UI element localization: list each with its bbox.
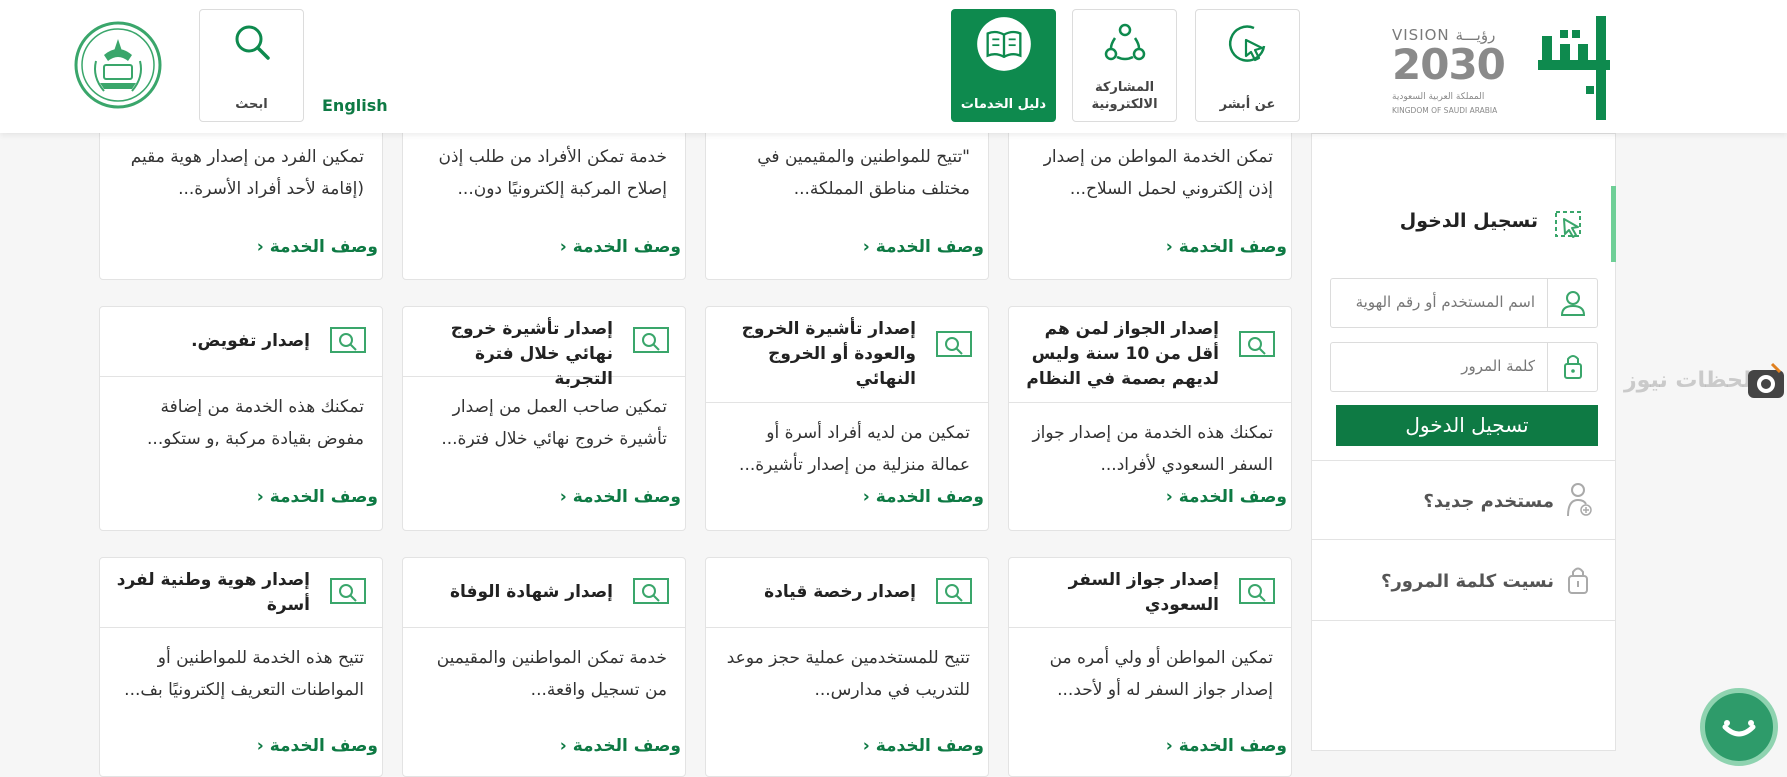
login-cursor-icon: [1555, 211, 1581, 238]
service-search-icon: [330, 578, 366, 604]
service-details-link[interactable]: وصف الخدمة ‹: [863, 736, 984, 756]
chat-support-button[interactable]: [1700, 688, 1778, 766]
lock-key-icon: [1568, 567, 1588, 594]
service-title: إصدار رخصة قيادة: [764, 582, 916, 602]
user-icon: [1560, 291, 1586, 316]
service-description: خدمة تمكن الأفراد من طلب إذن إصلاح المرك…: [438, 147, 667, 199]
e-participation-label: المشاركة الالكترونية: [1091, 80, 1158, 112]
service-search-icon: [1239, 578, 1275, 604]
lock-icon-box: [1547, 343, 1597, 391]
ministry-seal-logo[interactable]: [74, 21, 162, 109]
service-search-icon: [633, 327, 669, 353]
search-label: ابحث: [235, 97, 268, 112]
divider: [1311, 539, 1616, 540]
service-card[interactable]: إصدار شهادة الوفاة خدمة تمكن المواطنين و…: [402, 557, 686, 777]
service-details-link[interactable]: وصف الخدمة ‹: [863, 487, 984, 507]
user-icon-box: [1547, 279, 1597, 327]
service-details-link[interactable]: وصف الخدمة ‹: [1166, 487, 1287, 507]
service-search-icon: [1239, 331, 1275, 357]
top-header: ابحث English دليل الخدمات المشاركة الالك…: [0, 0, 1787, 133]
service-description: تمكنك هذه الخدمة من إضافة مفوض بقيادة مر…: [147, 397, 364, 449]
service-details-link[interactable]: وصف الخدمة ‹: [257, 237, 378, 257]
service-title: إصدار جواز السفر السعودي: [1068, 570, 1219, 615]
vision-2030-logo: VISION رؤيـــة 2030 المملكة العربية السع…: [1392, 26, 1506, 115]
service-details-link[interactable]: وصف الخدمة ‹: [1166, 237, 1287, 257]
service-card[interactable]: خدمة تمكن الأفراد من طلب إذن إصلاح المرك…: [402, 110, 686, 280]
divider: [1311, 620, 1616, 621]
service-details-link[interactable]: وصف الخدمة ‹: [257, 736, 378, 756]
service-search-icon: [330, 327, 366, 353]
service-title: إصدار تأشيرة خروج نهائي خلال فترة التجرب…: [450, 319, 613, 389]
book-icon: [976, 17, 1031, 71]
service-search-icon: [633, 578, 669, 604]
service-title: إصدار تفويض.: [191, 331, 310, 351]
service-title: إصدار شهادة الوفاة: [449, 582, 613, 602]
lock-icon: [1564, 355, 1582, 379]
service-card[interactable]: إصدار جواز السفر السعودي تمكين المواطن أ…: [1008, 557, 1292, 777]
camera-logo-icon: [1748, 362, 1784, 398]
watermark: لحظات نيوز: [1624, 362, 1784, 402]
service-card[interactable]: تمكين الفرد من إصدار هوية مقيم (إقامة لأ…: [99, 110, 383, 280]
service-title: إصدار تأشيرة الخروج والعودة أو الخروج ال…: [741, 319, 916, 389]
service-description: تمكين من لديه أفراد أسرة أو عمالة منزلية…: [739, 423, 970, 475]
about-absher-label: عن أبشر: [1219, 97, 1276, 112]
add-user-icon: [1567, 483, 1592, 517]
service-card[interactable]: تمكن الخدمة المواطن من إصدار إذن إلكترون…: [1008, 110, 1292, 280]
service-card[interactable]: إصدار تأشيرة الخروج والعودة أو الخروج ال…: [705, 306, 989, 531]
service-search-icon: [936, 578, 972, 604]
service-details-link[interactable]: وصف الخدمة ‹: [257, 487, 378, 507]
service-title: إصدار الجواز لمن هم أقل من 10 سنة وليس ل…: [1026, 319, 1219, 389]
login-active-indicator: [1611, 186, 1616, 262]
divider: [1311, 460, 1616, 461]
e-participation-button[interactable]: المشاركة الالكترونية: [1072, 9, 1177, 122]
service-card[interactable]: إصدار الجواز لمن هم أقل من 10 سنة وليس ل…: [1008, 306, 1292, 531]
service-description: تتيح للمستخدمين عملية حجز موعد للتدريب ف…: [726, 648, 970, 700]
language-english-link[interactable]: English: [322, 96, 388, 115]
service-description: "تتيح للمواطنين والمقيمين في مختلف مناطق…: [757, 147, 970, 199]
search-button[interactable]: ابحث: [199, 9, 304, 122]
service-description: تمكين المواطن أو ولي أمره من إصدار جواز …: [1049, 648, 1273, 700]
about-absher-button[interactable]: عن أبشر: [1195, 9, 1300, 122]
service-details-link[interactable]: وصف الخدمة ‹: [1166, 736, 1287, 756]
service-card[interactable]: "تتيح للمواطنين والمقيمين في مختلف مناطق…: [705, 110, 989, 280]
share-network-icon: [1104, 23, 1145, 61]
service-title: إصدار هوية وطنية لفرد أسرة: [116, 570, 310, 615]
services-guide-label: دليل الخدمات: [960, 97, 1047, 112]
service-description: تمكن الخدمة المواطن من إصدار إذن إلكترون…: [1043, 147, 1273, 199]
username-field[interactable]: اسم المستخدم أو رقم الهوية: [1330, 278, 1598, 328]
service-description: تتيح هذه الخدمة للمواطنين أو المواطنات ا…: [124, 648, 364, 700]
service-search-icon: [936, 331, 972, 357]
service-details-link[interactable]: وصف الخدمة ‹: [560, 736, 681, 756]
username-placeholder: اسم المستخدم أو رقم الهوية: [1355, 293, 1535, 311]
password-placeholder: كلمة المرور: [1461, 357, 1535, 375]
service-description: تمكين صاحب العمل من إصدار تأشيرة خروج نه…: [441, 397, 667, 449]
forgot-password-link[interactable]: نسيت كلمة المرور؟: [1381, 571, 1554, 592]
login-submit-button[interactable]: تسجيل الدخول: [1336, 405, 1598, 446]
service-card[interactable]: إصدار تفويض. تمكنك هذه الخدمة من إضافة م…: [99, 306, 383, 531]
new-user-link[interactable]: مستخدم جديد؟: [1423, 491, 1554, 512]
password-field[interactable]: كلمة المرور: [1330, 342, 1598, 392]
absher-logo-mark: [1538, 16, 1610, 120]
service-description: تمكنك هذه الخدمة من إصدار جواز السفر الس…: [1032, 423, 1273, 475]
service-description: خدمة تمكن المواطنين والمقيمين من تسجيل و…: [436, 648, 667, 700]
search-icon: [235, 25, 270, 60]
service-details-link[interactable]: وصف الخدمة ‹: [560, 237, 681, 257]
service-details-link[interactable]: وصف الخدمة ‹: [560, 487, 681, 507]
login-header: تسجيل الدخول: [1311, 186, 1616, 262]
service-card[interactable]: إصدار هوية وطنية لفرد أسرة تتيح هذه الخد…: [99, 557, 383, 777]
pointer-circle-icon: [1228, 25, 1265, 62]
services-guide-button[interactable]: دليل الخدمات: [951, 9, 1056, 122]
service-description: تمكين الفرد من إصدار هوية مقيم (إقامة لأ…: [130, 147, 364, 199]
absher-logo: [1536, 12, 1612, 120]
service-card[interactable]: إصدار رخصة قيادة تتيح للمستخدمين عملية ح…: [705, 557, 989, 777]
login-title: تسجيل الدخول: [1399, 210, 1538, 232]
service-card[interactable]: إصدار تأشيرة خروج نهائي خلال فترة التجرب…: [402, 306, 686, 531]
service-details-link[interactable]: وصف الخدمة ‹: [863, 237, 984, 257]
